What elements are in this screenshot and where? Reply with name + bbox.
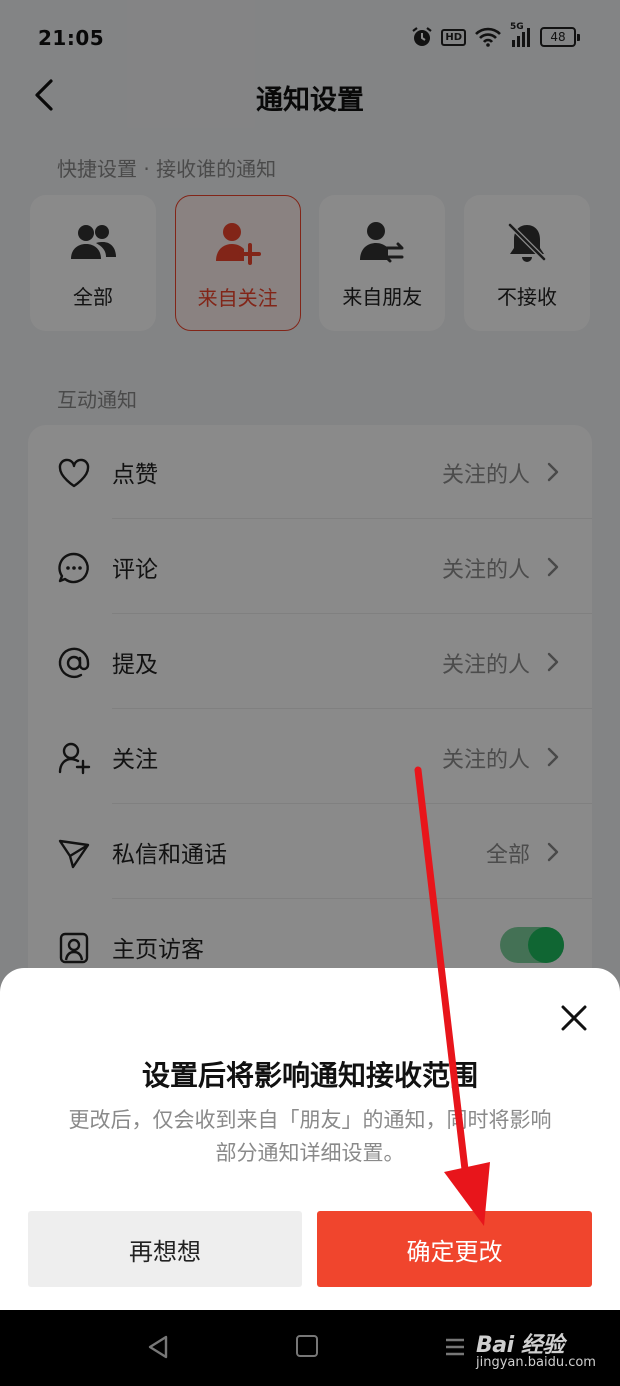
dialog-title: 设置后将影响通知接收范围 (141, 1059, 478, 1092)
nav-back-icon[interactable] (146, 1334, 172, 1360)
close-icon (561, 1005, 587, 1031)
close-button[interactable] (556, 1000, 592, 1036)
nav-menu-icon[interactable] (444, 1336, 466, 1358)
dialog-description-line: 更改后，仅会收到来自「朋友」的通知，同时将影响 (68, 1108, 552, 1132)
confirm-button[interactable]: 确定更改 (317, 1211, 592, 1287)
watermark-url: jingyan.baidu.com (476, 1355, 596, 1370)
cancel-button[interactable]: 再想想 (28, 1211, 302, 1287)
confirm-dialog: 设置后将影响通知接收范围 更改后，仅会收到来自「朋友」的通知，同时将影响 部分通… (0, 968, 620, 1310)
dialog-description: 更改后，仅会收到来自「朋友」的通知，同时将影响 部分通知详细设置。 (26, 1104, 594, 1170)
nav-home-icon[interactable] (296, 1335, 318, 1357)
system-nav-bar: Bai 经验 jingyan.baidu.com (0, 1310, 620, 1386)
dialog-description-line: 部分通知详细设置。 (215, 1141, 405, 1165)
